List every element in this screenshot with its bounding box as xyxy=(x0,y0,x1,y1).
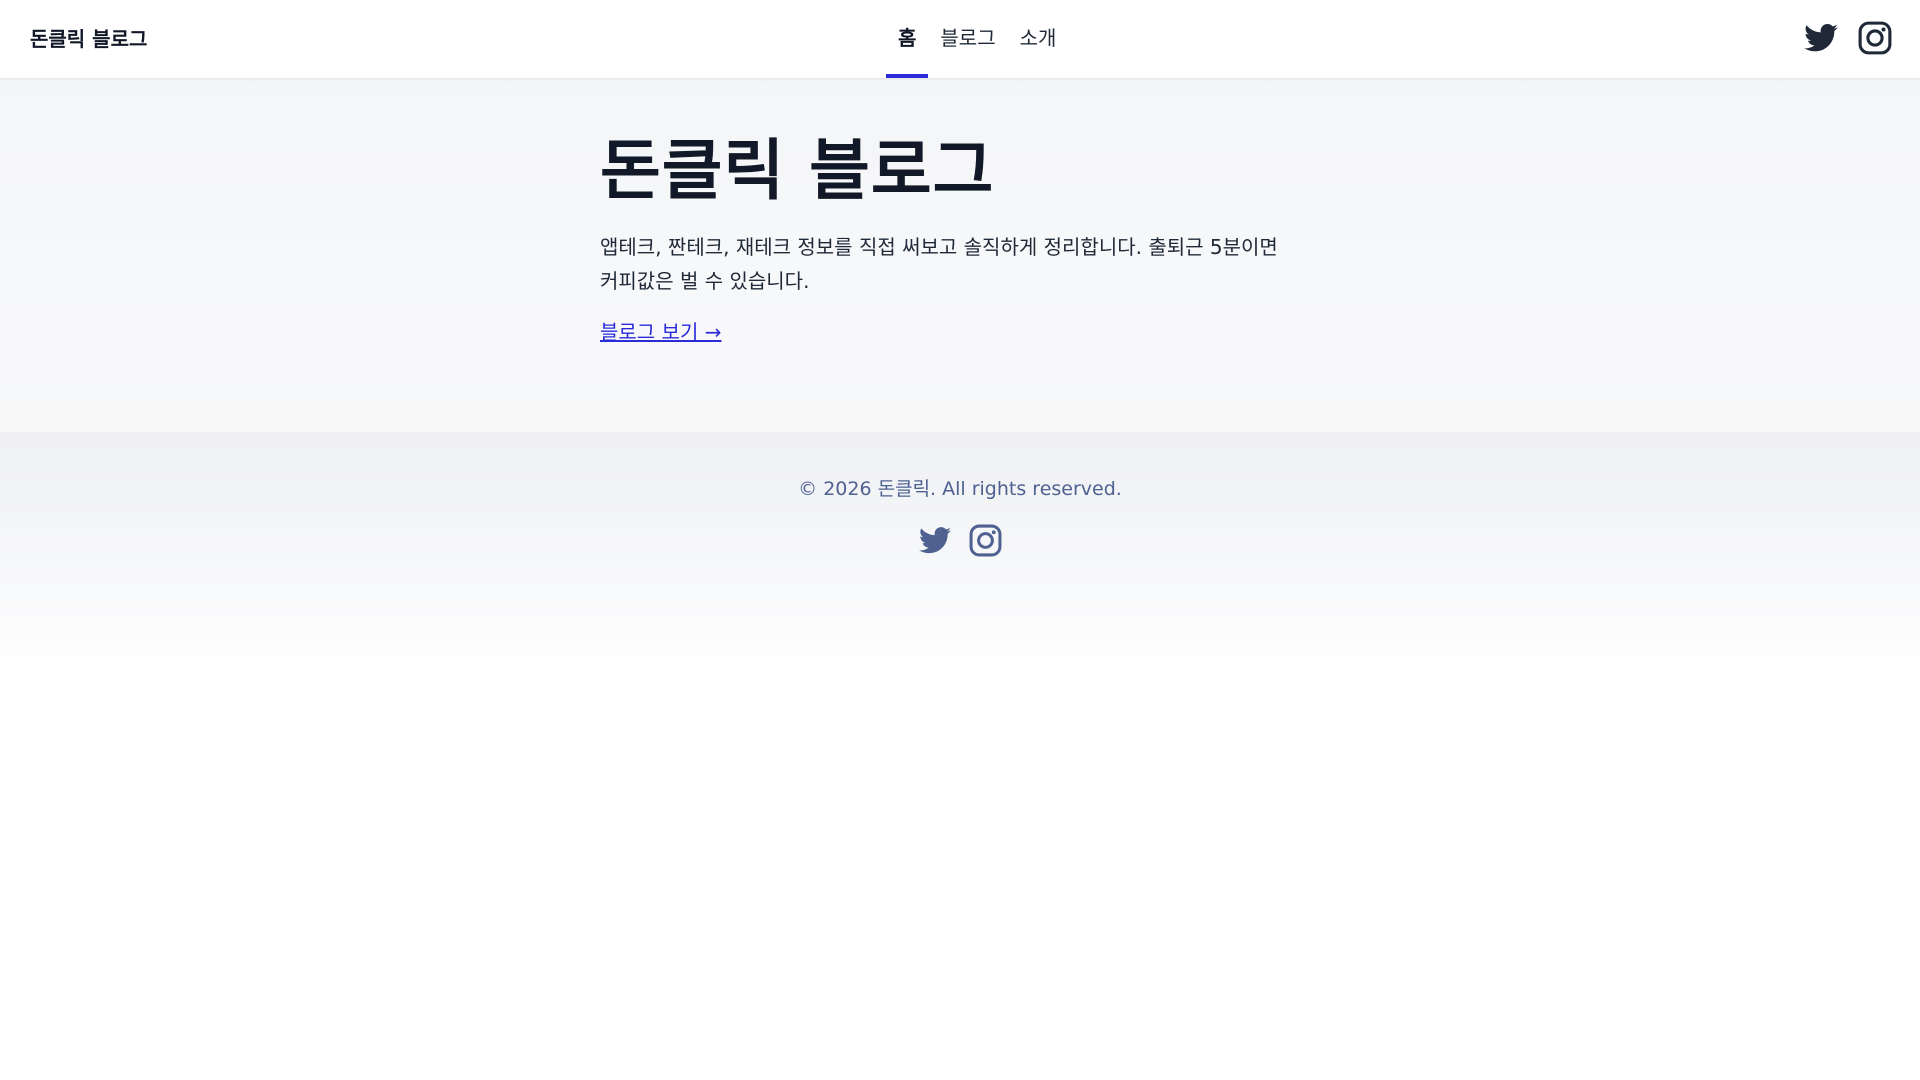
footer-social-links xyxy=(0,524,1920,557)
hero-section: 돈클릭 블로그 앱테크, 짠테크, 재테크 정보를 직접 써보고 솔직하게 정리… xyxy=(600,128,1360,345)
page: 돈클릭 블로그 홈 블로그 소개 돈클릭 블로그 앱테크, 짠테크, 재테크 정… xyxy=(0,0,1920,1080)
footer-instagram-link[interactable] xyxy=(969,524,1002,557)
footer-twitter-link[interactable] xyxy=(918,524,951,557)
instagram-link[interactable] xyxy=(1858,21,1892,55)
twitter-icon xyxy=(918,527,951,554)
hero-description: 앱테크, 짠테크, 재테크 정보를 직접 써보고 솔직하게 정리합니다. 출퇴근… xyxy=(600,230,1340,298)
site-header: 돈클릭 블로그 홈 블로그 소개 xyxy=(0,0,1920,78)
main-nav: 홈 블로그 소개 xyxy=(886,0,1068,78)
view-blog-link[interactable]: 블로그 보기 → xyxy=(600,316,721,345)
nav-item-about[interactable]: 소개 xyxy=(1008,0,1069,72)
hero-description-line-2: 커피값은 벌 수 있습니다. xyxy=(600,269,810,293)
instagram-icon xyxy=(1858,21,1892,54)
header-social-links xyxy=(1804,0,1892,75)
site-footer: © 2026 돈클릭. All rights reserved. xyxy=(0,432,1920,682)
hero-title: 돈클릭 블로그 xyxy=(600,132,995,209)
brand-logo-link[interactable]: 돈클릭 블로그 xyxy=(30,0,147,75)
nav-item-home[interactable]: 홈 xyxy=(886,0,929,78)
instagram-icon xyxy=(969,524,1001,557)
twitter-link[interactable] xyxy=(1804,23,1838,52)
twitter-icon xyxy=(1804,23,1838,51)
nav-item-blog[interactable]: 블로그 xyxy=(928,0,1007,72)
copyright-text: © 2026 돈클릭. All rights reserved. xyxy=(798,478,1122,500)
hero-description-line-1: 앱테크, 짠테크, 재테크 정보를 직접 써보고 솔직하게 정리합니다. 출퇴근… xyxy=(600,235,1278,259)
